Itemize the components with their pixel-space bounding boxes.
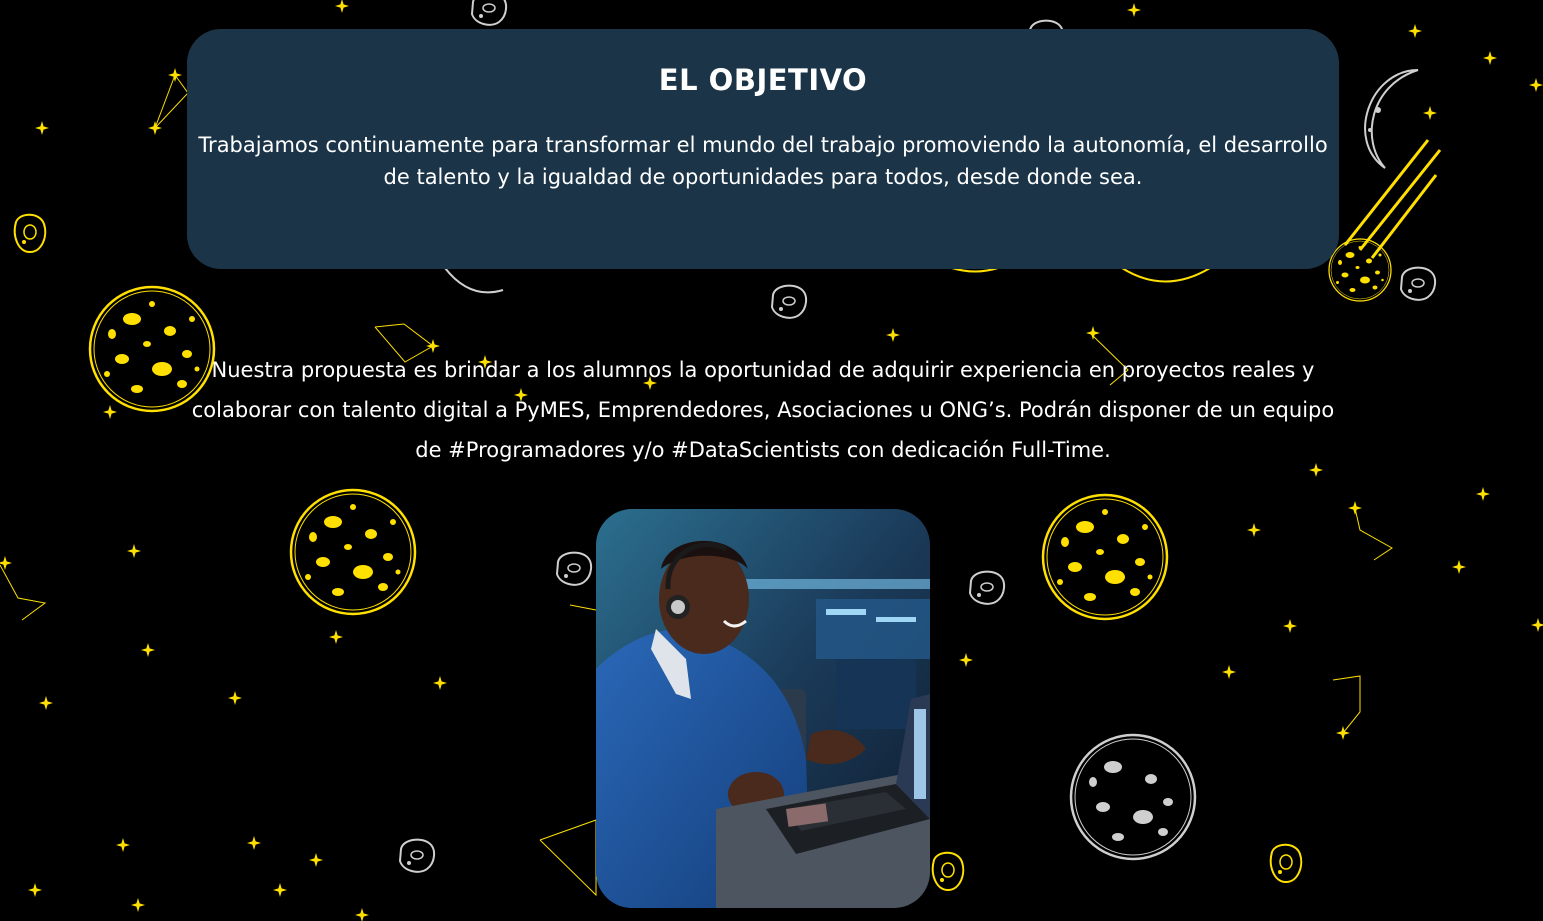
objective-title: EL OBJETIVO [658, 63, 868, 97]
objective-description: Trabajamos continuamente para transforma… [198, 132, 1328, 189]
planet-icon [1069, 733, 1197, 861]
proposal-description: Nuestra propuesta es brindar a los alumn… [191, 358, 1335, 462]
objective-card: EL OBJETIVO Trabajamos continuamente par… [187, 29, 1339, 269]
comet-icon [1343, 139, 1442, 259]
moon-icon [1364, 69, 1419, 169]
developer-photo [596, 509, 930, 908]
